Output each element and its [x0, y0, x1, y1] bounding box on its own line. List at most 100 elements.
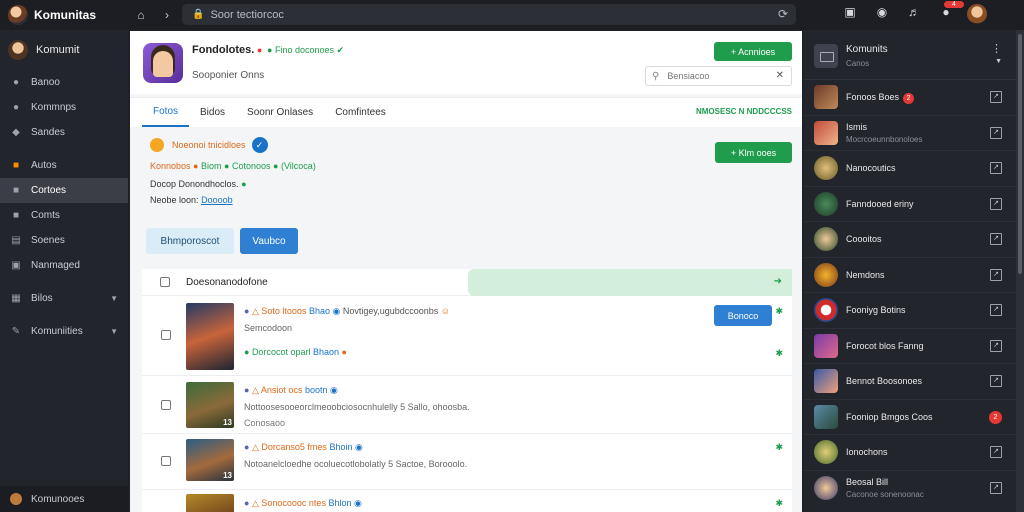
community-sub: Mocrcoeunnbonoloes [846, 134, 923, 144]
sidebar-footer-label: Komunooes [31, 493, 85, 505]
sidebar-item-9[interactable]: ✎ Komuniities ▼ [0, 319, 128, 344]
sidebar-item-4[interactable]: ■ Cortoes [0, 178, 128, 203]
sidebar-item-6[interactable]: ▤ Soenes [0, 228, 128, 253]
row-action-button[interactable]: Bonoco [714, 305, 772, 326]
sidebar-item-label: Banoo [31, 77, 60, 88]
follow-button[interactable]: + Acnnioes [714, 42, 792, 61]
expand-icon[interactable]: ↗ [990, 162, 1002, 174]
unread-badge[interactable]: 2 [989, 410, 1002, 424]
sidebar-avatar [8, 40, 28, 60]
table-row[interactable]: 13 ● △ Ansiot ocs bootn ◉ Nottoosesooeor… [142, 376, 792, 434]
expand-icon[interactable]: ↗ [990, 339, 1002, 352]
table-row[interactable]: 13 ● △ Dorcanso5 fmes Bhoin ◉ Notoanelcl… [142, 434, 792, 490]
community-item[interactable]: Bennot Boosonoes ↗ [804, 364, 1016, 400]
expand-icon[interactable]: ↗ [990, 91, 1002, 103]
community-item[interactable]: Beosal Bill Caconoe sonenoonac ↗ [804, 471, 1016, 507]
search-box[interactable]: ⚲ ✕ [645, 66, 792, 86]
reload-icon[interactable]: ⟳ [778, 7, 788, 21]
sidebar-item-2[interactable]: ◆ Sandes [0, 120, 128, 145]
star-icon[interactable]: ✱ [775, 442, 783, 453]
footer-icon [10, 493, 22, 505]
community-avatar [814, 262, 838, 287]
row-thumbnail[interactable]: 13 [186, 439, 234, 481]
wrench-icon: ✎ [11, 326, 21, 337]
sidebar-item-5[interactable]: ■ Comts [0, 203, 128, 228]
expand-icon[interactable]: ↗ [990, 233, 1002, 245]
row-title: ● △ Soto ltooos Bhao ◉ Novtigey,ugubdcco… [244, 306, 450, 316]
thumb-number: 13 [223, 471, 232, 480]
community-item[interactable]: Nemdons ↗ [804, 258, 1016, 293]
calendar-icon[interactable]: ▣ [840, 5, 860, 19]
more-vert-icon[interactable]: ⋮ [991, 42, 1002, 55]
brand[interactable]: Komunitas [0, 5, 128, 25]
community-item[interactable]: Fanndooed eriny ↗ [804, 187, 1016, 222]
expand-icon[interactable]: ↗ [990, 375, 1002, 387]
sidebar-item-1[interactable]: ● Kommnps [0, 95, 128, 120]
sidebar-item-7[interactable]: ▣ Nanmaged [0, 253, 128, 278]
close-icon[interactable]: ✕ [776, 70, 784, 81]
community-item[interactable]: Coooitos ↗ [804, 222, 1016, 258]
tab-2[interactable]: Soonr Onlases [236, 98, 324, 127]
row-thumbnail[interactable] [186, 303, 234, 370]
sidebar-user[interactable]: Komumit [0, 30, 128, 70]
table-row[interactable]: ● △ Sonocoooc ntes Bhlon ◉ ✱ [142, 490, 792, 512]
row-thumbnail[interactable]: 13 [186, 382, 234, 428]
scrollbar-thumb[interactable] [1018, 34, 1022, 274]
row-checkbox[interactable] [161, 400, 171, 410]
camera-icon[interactable]: ◉ [872, 5, 892, 19]
community-name: Bennot Boosonoes [846, 376, 923, 386]
tab-0[interactable]: Fotos [142, 98, 190, 127]
community-item[interactable]: Fooniyg Botins ↗ [804, 293, 1016, 329]
row-checkbox[interactable] [161, 456, 171, 466]
sidebar-item-label: Bilos [31, 293, 53, 304]
expand-icon[interactable]: ↗ [990, 197, 1002, 210]
info-line-4: Neobe loon: Doooob [150, 195, 233, 205]
content-list: Doesonanodofone ➜ ● △ Soto ltooos Bhao ◉… [142, 269, 792, 512]
sidebar-item-0[interactable]: ● Banoo [0, 70, 128, 95]
chevron-down-icon[interactable]: ▼ [995, 58, 1002, 65]
select-all-checkbox[interactable] [160, 277, 170, 287]
info-link[interactable]: Doooob [201, 195, 233, 205]
star-icon[interactable]: ✱ [775, 306, 783, 317]
forward-arrow-icon[interactable]: › [154, 8, 180, 22]
expand-icon[interactable]: ↗ [990, 446, 1002, 458]
expand-icon[interactable]: ↗ [990, 481, 1002, 494]
community-item[interactable]: Ionochons ↗ [804, 435, 1016, 471]
page-scrollbar[interactable] [1016, 30, 1024, 512]
row-thumbnail[interactable] [186, 494, 234, 512]
sidebar-item-8[interactable]: ▦ Bilos ▼ [0, 286, 128, 311]
add-button[interactable]: + Klm ooes [715, 142, 792, 163]
url-text: Soor tectiorcoc [210, 8, 284, 21]
expand-icon[interactable]: ↗ [990, 126, 1002, 139]
info-panel: Noeonoi tnicidloes ✓ Konnobos ● Biom ● C… [130, 127, 802, 267]
expand-icon[interactable]: ↗ [990, 268, 1002, 281]
community-item[interactable]: Fooniop Bmgos Coos 2 [804, 400, 1016, 435]
row-title: ● △ Ansiot ocs bootn ◉ [244, 385, 338, 395]
user-avatar[interactable] [967, 4, 987, 24]
url-bar[interactable]: 🔒 Soor tectiorcoc ⟳ [182, 4, 796, 25]
back-arrow-icon[interactable]: ⌂ [128, 8, 154, 22]
primary-light-button[interactable]: Bhmporoscot [146, 228, 234, 254]
tab-1[interactable]: Bidos [189, 98, 236, 127]
community-avatar [814, 156, 838, 180]
star-icon[interactable]: ✱ [775, 498, 783, 509]
list-header-bar[interactable]: ➜ [468, 269, 792, 296]
expand-icon[interactable]: ↗ [990, 304, 1002, 316]
tab-3[interactable]: Comfintees [324, 98, 397, 127]
community-item[interactable]: Fonoos Boes 2 ↗ [804, 80, 1016, 116]
search-input[interactable] [667, 71, 773, 81]
primary-button[interactable]: Vaubco [240, 228, 298, 254]
bell-icon[interactable]: ♬ [904, 5, 924, 19]
community-item[interactable]: Ismis Mocrcoeunnbonoloes ↗ [804, 116, 1016, 151]
community-avatar [814, 298, 838, 322]
star-icon[interactable]: ✱ [775, 348, 783, 359]
community-item[interactable]: Nanocoutics ↗ [804, 151, 1016, 187]
table-row[interactable]: ● △ Soto ltooos Bhao ◉ Novtigey,ugubdcco… [142, 296, 792, 376]
sidebar-item-label: Autos [31, 160, 57, 171]
community-item[interactable]: Forocot blos Fanng ↗ [804, 329, 1016, 364]
tabs-right-label[interactable]: NMOSESC N NDDCCCSS [696, 107, 792, 116]
row-checkbox[interactable] [161, 330, 171, 340]
chat-icon[interactable]: ● 4 [936, 1, 964, 19]
sidebar-footer[interactable]: Komunooes [0, 486, 128, 512]
sidebar-item-3[interactable]: ■ Autos [0, 153, 128, 178]
